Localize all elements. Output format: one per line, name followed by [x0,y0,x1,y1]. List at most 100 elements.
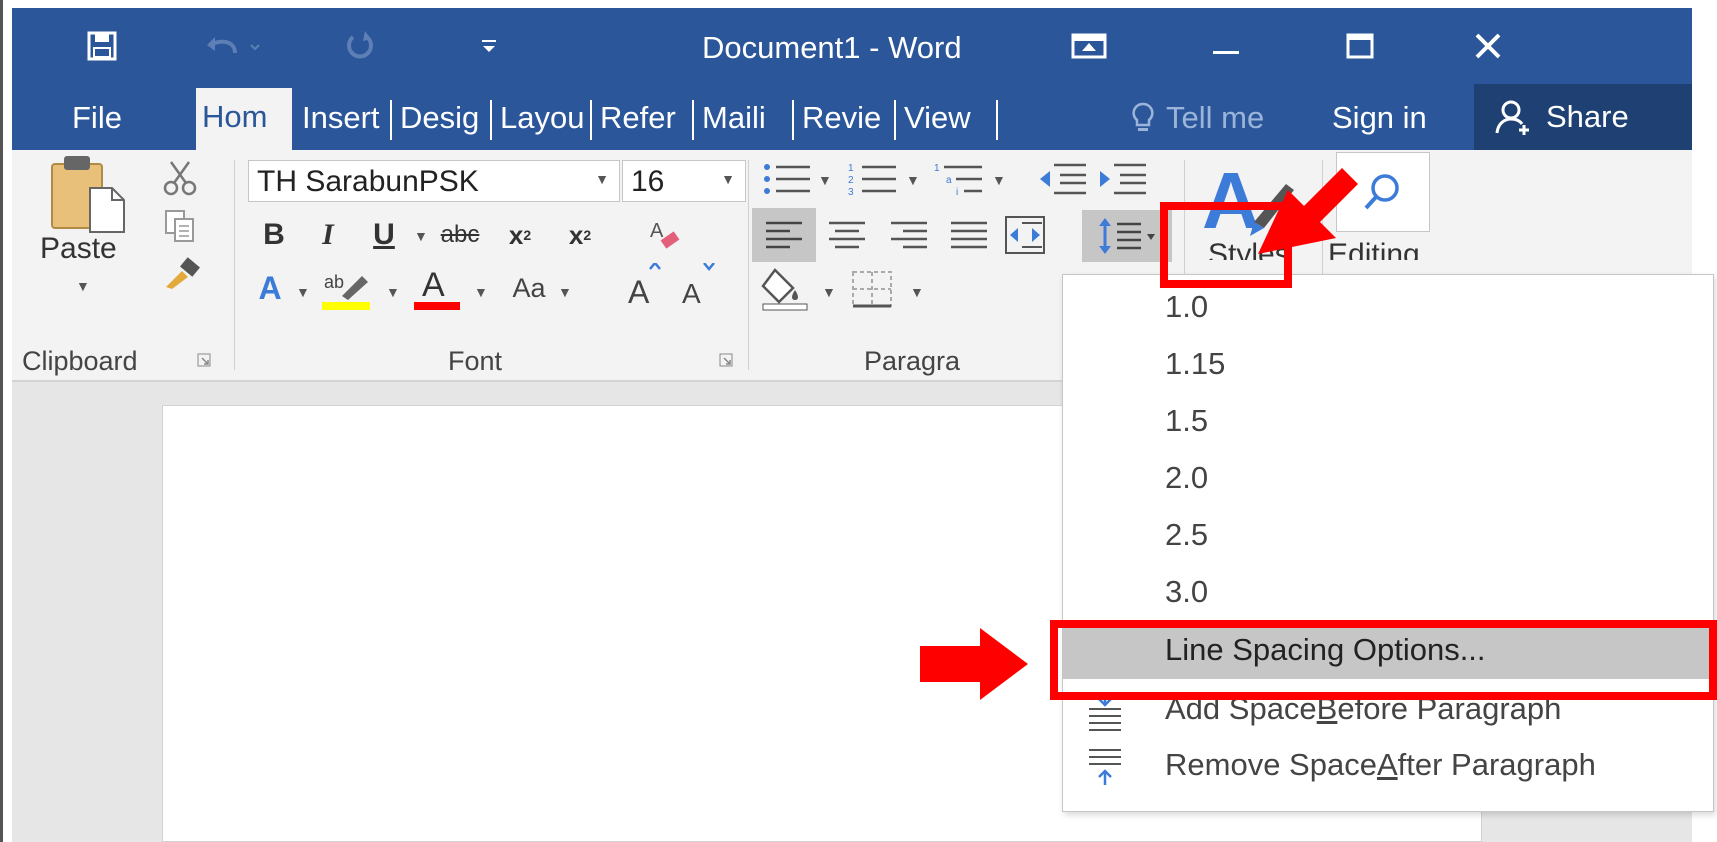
tab-file[interactable]: File [72,100,122,136]
ribbon-display-options-icon[interactable] [1066,24,1112,68]
line-spacing-option-1-5[interactable]: 1.5 [1063,393,1713,449]
bullets-dropdown-icon[interactable]: ▼ [818,172,832,188]
undo-icon[interactable] [198,24,268,68]
grow-font-icon[interactable]: A [624,262,664,310]
tab-view[interactable]: View [904,100,992,136]
line-spacing-option-3-0[interactable]: 3.0 [1063,564,1713,620]
clipboard-launcher-icon[interactable] [194,350,214,370]
tab-insert[interactable]: Insert [302,100,386,136]
paste-icon[interactable] [46,154,130,236]
line-spacing-option-1-15[interactable]: 1.15 [1063,336,1713,392]
svg-text:2: 2 [848,175,854,186]
remove-space-after-post: fter Paragraph [1397,747,1596,782]
tab-review[interactable]: Revie [802,100,892,136]
paragraph-group-label: Paragra [864,346,961,376]
increase-indent-icon[interactable] [1096,158,1150,200]
svg-text:1: 1 [934,163,940,174]
close-icon[interactable] [1468,24,1508,68]
font-size-dropdown-icon[interactable]: ▼ [721,171,735,187]
strikethrough-icon[interactable]: abc [432,214,488,256]
font-name-box[interactable]: TH SarabunPSK ▼ [248,160,620,202]
share-button[interactable]: Share [1474,84,1692,150]
italic-icon[interactable]: I [310,214,346,256]
align-left-icon[interactable] [752,208,816,262]
highlight-dropdown-icon[interactable]: ▼ [386,284,400,300]
underline-icon[interactable]: U [366,214,402,256]
line-spacing-option-2-5[interactable]: 2.5 [1063,507,1713,563]
save-icon[interactable] [80,24,124,68]
minimize-icon[interactable] [1206,24,1246,68]
remove-space-after-item[interactable]: Remove Space After Paragraph [1063,737,1713,793]
tab-separator [692,100,694,140]
title-bar: Document1 - Word [12,8,1692,84]
tab-home[interactable]: Hom [196,88,292,150]
align-center-icon[interactable] [820,212,874,258]
numbering-dropdown-icon[interactable]: ▼ [906,172,920,188]
paste-dropdown-icon[interactable]: ▼ [76,278,90,294]
tab-separator [792,100,794,140]
tab-references[interactable]: Refer [600,100,690,136]
svg-text:1: 1 [848,163,854,174]
borders-icon[interactable] [844,264,900,314]
tell-me-text: Tell me [1166,100,1265,135]
red-arrow-to-line-spacing-options [920,628,1028,700]
clear-formatting-icon[interactable]: A [644,214,684,256]
tab-mailings[interactable]: Maili [702,100,790,136]
svg-text:i: i [956,187,958,197]
font-size-box[interactable]: 16 ▼ [622,160,746,202]
shrink-font-icon[interactable]: A [678,262,718,310]
share-label: Share [1546,99,1629,134]
change-case-icon[interactable]: Aa [504,266,554,310]
line-spacing-options-highlight-box [1050,620,1717,700]
text-effects-dropdown-icon[interactable]: ▼ [296,284,310,300]
remove-space-after-pre: Remove Space [1165,747,1377,782]
shading-icon[interactable] [756,264,816,314]
multilevel-list-icon[interactable]: 1ai [932,158,986,200]
svg-text:A: A [422,266,445,304]
text-effects-icon[interactable]: A [250,266,290,310]
tell-me-search[interactable]: Tell me [1130,100,1264,136]
remove-space-after-accel: A [1376,747,1398,782]
multilevel-dropdown-icon[interactable]: ▼ [992,172,1006,188]
text-highlight-color-icon[interactable]: ab [320,266,374,312]
cut-icon[interactable] [160,158,200,198]
font-name-dropdown-icon[interactable]: ▼ [595,171,609,187]
line-spacing-option-2-0[interactable]: 2.0 [1063,450,1713,506]
line-spacing-button[interactable] [1082,210,1172,262]
shading-dropdown-icon[interactable]: ▼ [822,284,836,300]
copy-icon[interactable] [160,206,200,246]
align-right-icon[interactable] [882,212,936,258]
font-color-dropdown-icon[interactable]: ▼ [474,284,488,300]
tab-separator [996,100,998,140]
borders-dropdown-icon[interactable]: ▼ [910,284,924,300]
maximize-icon[interactable] [1340,24,1380,68]
justify-icon[interactable] [942,212,996,258]
paste-label[interactable]: Paste [40,232,117,266]
change-case-dropdown-icon[interactable]: ▼ [558,284,572,300]
bold-icon[interactable]: B [256,214,292,256]
format-painter-icon[interactable] [160,254,204,294]
svg-text:A: A [682,278,701,309]
superscript-icon[interactable]: x2 [560,214,600,256]
svg-text:a: a [946,175,952,186]
distributed-icon[interactable] [1000,210,1050,260]
redo-icon[interactable] [338,24,382,68]
numbering-icon[interactable]: 123 [846,158,900,200]
tab-layout[interactable]: Layou [500,100,586,136]
svg-text:A: A [650,220,664,242]
underline-dropdown-icon[interactable]: ▼ [414,228,428,244]
subscript-icon[interactable]: x2 [500,214,540,256]
customize-quick-access-icon[interactable] [474,24,504,68]
group-separator [748,160,749,370]
svg-text:A: A [628,274,650,309]
tab-design[interactable]: Desig [400,100,486,136]
group-separator [234,160,235,370]
remove-space-after-icon [1089,749,1121,785]
sign-in-link[interactable]: Sign in [1332,100,1427,136]
font-launcher-icon[interactable] [716,350,736,370]
font-size-value: 16 [631,165,665,198]
decrease-indent-icon[interactable] [1036,158,1090,200]
font-color-icon[interactable]: A [412,262,462,312]
tab-separator [390,100,392,140]
bullets-icon[interactable] [760,158,814,200]
